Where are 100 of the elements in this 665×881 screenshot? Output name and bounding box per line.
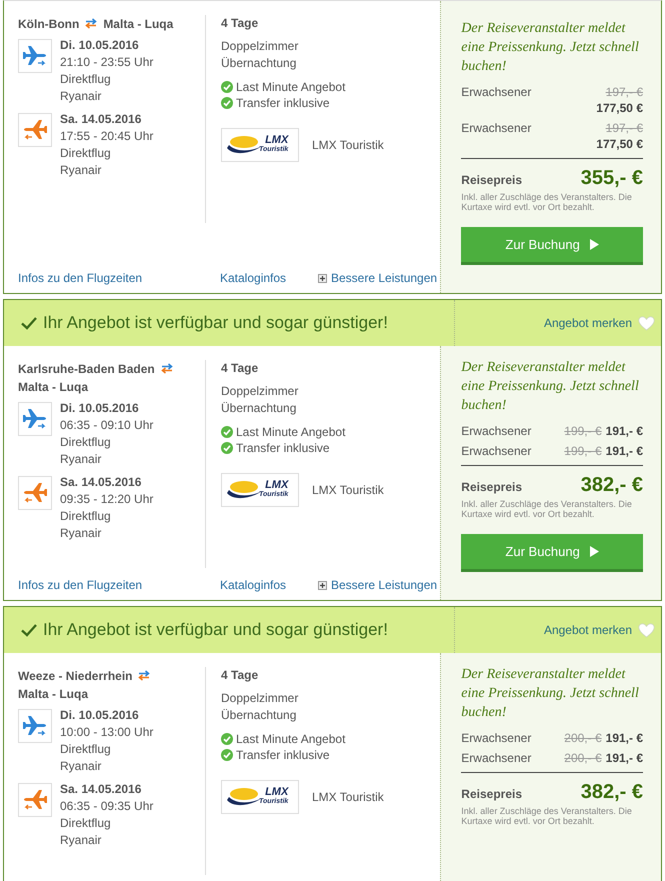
feature-label: Last Minute Angebot [236,424,346,440]
departure-airport: Köln-Bonn [18,17,80,31]
total-price: 382,- € [580,474,643,497]
swap-arrows-icon [138,670,150,681]
check-circle-icon [221,733,233,745]
old-price: 200,- € [564,751,602,765]
total-price: 355,- € [580,167,643,190]
price-note: Inkl. aller Zuschläge des Veranstalters. Die Kurtaxe wird evtl. vor Ort bezahlt. [461,499,633,519]
passenger-label: Erwachsener [461,443,532,459]
check-circle-icon [221,426,233,438]
flight-date: Di. 10.05.2016 [60,37,140,54]
airline-name: Ryanair [60,832,102,849]
price-drop-notice: Der Reiseveranstalter meldet eine Preissenkung. Jetzt schnell buchen! [461,20,640,76]
flight-date: Sa. 14.05.2016 [60,474,142,491]
flight-type: Direktflug [60,741,112,758]
expand-link[interactable]: Bessere Leistungen [318,271,438,285]
plus-box-icon [318,274,327,282]
destination-airport: Malta - Luqa [18,380,88,394]
passenger-price: 191,- € [606,751,643,765]
airline-name: Ryanair [60,451,102,468]
destination-airport: Malta - Luqa [18,687,88,701]
feature-label: Transfer inklusive [236,95,330,111]
feature-label: Transfer inklusive [236,440,330,456]
passenger-price: 191,- € [606,424,643,438]
check-circle-icon [221,442,233,454]
heart-icon[interactable] [638,622,655,638]
departure-airport: Weeze - Niederrhein [18,669,132,683]
flight-time: 21:10 - 23:55 Uhr [60,54,154,71]
passenger-label: Erwachsener [461,84,532,101]
board-type: Übernachtung [221,400,298,417]
info-link[interactable]: Kataloginfos [220,578,318,592]
total-label: Reisepreis [461,173,522,187]
passenger-price: 191,- € [606,444,643,458]
trip-duration: 4 Tage [221,15,260,32]
passenger-label: Erwachsener [461,120,532,137]
price-drop-notice: Der Reiseveranstalter meldet eine Preissenkung. Jetzt schnell buchen! [461,666,640,722]
airline-name: Ryanair [60,758,102,775]
total-label: Reisepreis [461,480,522,494]
passenger-label: Erwachsener [461,750,532,766]
price-note: Inkl. aller Zuschläge des Veranstalters. Die Kurtaxe wird evtl. vor Ort bezahlt. [461,192,633,212]
price-drop-notice: Der Reiseveranstalter meldet eine Preissenkung. Jetzt schnell buchen! [461,359,640,415]
flight-time: 06:35 - 09:10 Uhr [60,417,154,434]
booking-button[interactable]: Zur Buchung [461,534,643,572]
total-label: Reisepreis [461,787,522,801]
destination-airport: Malta - Luqa [103,17,174,31]
booking-button[interactable]: Zur Buchung [461,227,643,265]
flight-date: Di. 10.05.2016 [60,707,140,724]
banner-message: Ihr Angebot ist verfügbar und sogar günstiger! [43,620,388,640]
passenger-label: Erwachsener [461,730,532,746]
flight-time: 09:35 - 12:20 Uhr [60,491,154,508]
passenger-price: 177,50 € [596,136,643,152]
banner-message: Ihr Angebot ist verfügbar und sogar günstiger! [43,313,388,333]
room-type: Doppelzimmer [221,690,300,707]
passenger-price: 177,50 € [596,100,643,116]
passenger-price: 191,- € [606,731,643,745]
plus-box-icon [318,580,327,590]
feature-label: Last Minute Angebot [236,731,346,747]
swap-arrows-icon [160,363,173,374]
expand-link[interactable]: Bessere Leistungen [318,578,438,592]
flight-time: 06:35 - 09:35 Uhr [60,798,154,815]
check-circle-icon [221,97,233,109]
flight-date: Sa. 14.05.2016 [60,781,142,798]
play-icon [590,239,599,250]
price-note: Inkl. aller Zuschläge des Veranstalters. Die Kurtaxe wird evtl. vor Ort bezahlt. [461,806,633,826]
check-icon [21,623,37,637]
room-type: Doppelzimmer [221,383,300,400]
flight-date: Di. 10.05.2016 [60,400,140,417]
flight-type: Direktflug [60,71,112,88]
check-icon [21,316,37,330]
heart-icon[interactable] [638,316,655,330]
info-link[interactable]: Infos zu den Flugzeiten [18,578,220,592]
airline-name: Ryanair [60,88,102,105]
operator-name: LMX Touristik [312,790,384,804]
old-price: 200,- € [564,731,602,745]
operator-name: LMX Touristik [312,483,384,497]
check-circle-icon [221,749,233,761]
flight-time: 10:00 - 13:00 Uhr [60,724,154,741]
check-circle-icon [221,81,233,93]
info-link[interactable]: Infos zu den Flugzeiten [18,271,220,285]
operator-name: LMX Touristik [312,138,384,152]
old-price: 199,- € [564,424,602,438]
info-link[interactable]: Kataloginfos [220,271,318,285]
bookmark-link[interactable]: Angebot merken [544,623,632,637]
passenger-label: Erwachsener [461,423,532,439]
board-type: Übernachtung [221,707,298,724]
total-price: 382,- € [580,781,643,804]
swap-arrows-icon [85,18,98,29]
trip-duration: 4 Tage [221,360,260,377]
old-price: 199,- € [564,444,602,458]
flight-type: Direktflug [60,508,112,525]
flight-time: 17:55 - 20:45 Uhr [60,128,154,145]
flight-type: Direktflug [60,145,112,162]
flight-date: Sa. 14.05.2016 [60,111,142,128]
old-price: 197,- € [606,120,643,136]
airline-name: Ryanair [60,525,102,542]
bookmark-link[interactable]: Angebot merken [544,316,632,330]
feature-label: Last Minute Angebot [236,79,346,95]
flight-type: Direktflug [60,434,112,451]
trip-duration: 4 Tage [221,667,260,684]
departure-airport: Karlsruhe-Baden Baden [18,362,155,376]
